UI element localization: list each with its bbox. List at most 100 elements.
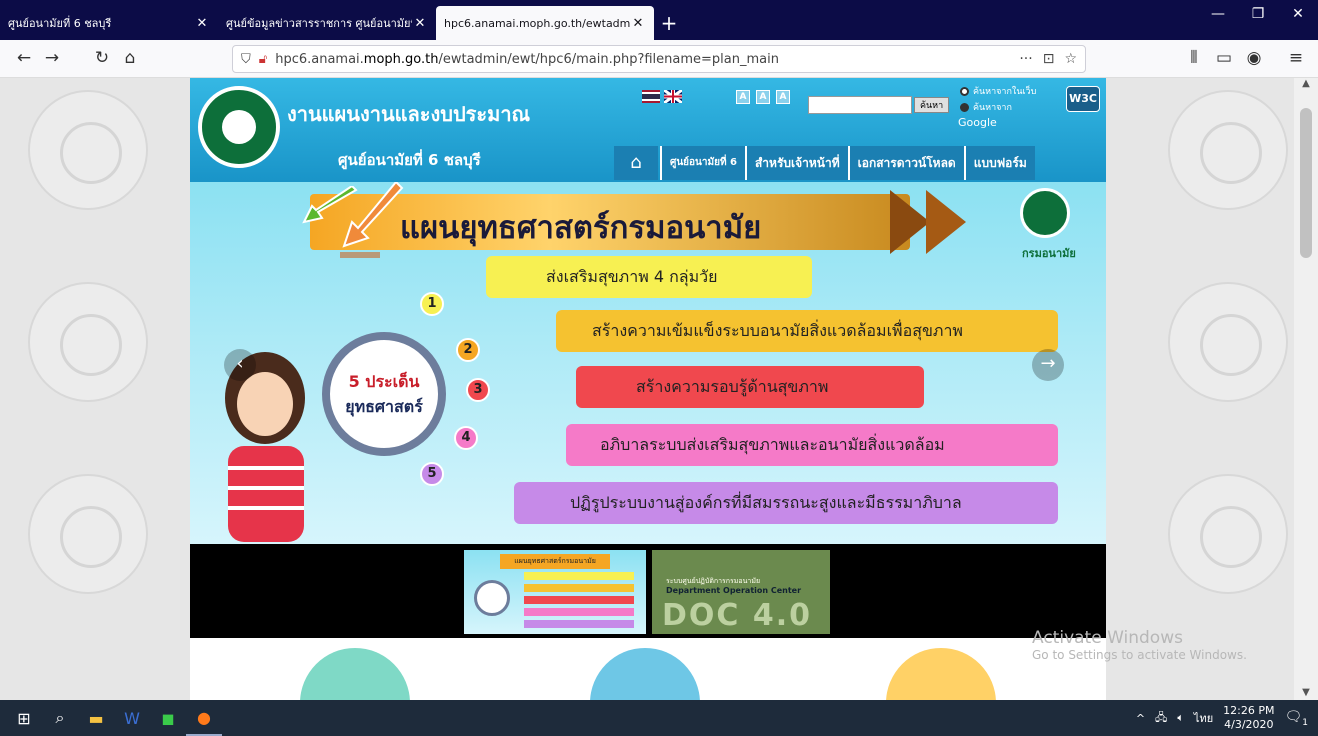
slider-prev-button[interactable]: ‹ (224, 349, 256, 381)
radio-dot[interactable] (960, 86, 969, 96)
line-app-icon[interactable]: ◼ (150, 700, 186, 736)
language-indicator[interactable]: ไทย (1194, 709, 1213, 727)
feature-circle[interactable] (300, 648, 410, 700)
shield-icon[interactable]: ⛉ (241, 52, 251, 67)
thumbnail-strategy[interactable]: แผนยุทธศาสตร์กรมอนามัย (464, 550, 646, 634)
feature-circle[interactable] (590, 648, 700, 700)
clock-date: 4/3/2020 (1224, 718, 1274, 731)
clock-time: 12:26 PM (1223, 704, 1275, 717)
reload-icon[interactable]: ↻ (90, 48, 114, 68)
insecure-lock-icon[interactable]: 🔓︎ (259, 52, 267, 67)
minimize-icon[interactable]: — (1198, 6, 1238, 22)
chevron-decoration (926, 190, 966, 254)
ministry-seal-watermark (28, 282, 148, 402)
strategy-item-4: อภิบาลระบบส่งเสริมสุขภาพและอนามัยสิ่งแวด… (566, 424, 1058, 466)
search-icon[interactable]: ⌕ (42, 700, 78, 736)
url-prefix: hpc6.anamai. (275, 51, 364, 67)
doc-line-2: Department Operation Center (666, 586, 802, 595)
strategy-number-2: 2 (456, 338, 480, 362)
menu-item-staff[interactable]: สำหรับเจ้าหน้าที่ (744, 146, 848, 180)
google-label: Google (958, 116, 997, 129)
url-domain: moph.go.th (363, 51, 439, 67)
chevron-up-icon[interactable]: ^ (1136, 712, 1145, 725)
windows-start-icon[interactable]: ⊞ (6, 700, 42, 736)
firefox-icon[interactable]: ● (186, 700, 222, 736)
restore-icon[interactable]: ❐ (1238, 6, 1278, 22)
feature-circle[interactable] (886, 648, 996, 700)
page-viewport: งานแผนงานและงบประมาณ ศูนย์อนามัยที่ 6 ชล… (0, 78, 1318, 700)
radio-search-web[interactable]: ค้นหาจากในเว็บ (960, 84, 1036, 98)
home-menu-icon[interactable]: ⌂ (614, 146, 658, 180)
notification-icon[interactable]: 🗨︎1 (1284, 709, 1308, 728)
menu-item-forms[interactable]: แบบฟอร์ม (963, 146, 1035, 180)
notification-count: 1 (1302, 717, 1308, 728)
scrollbar-thumb[interactable] (1300, 108, 1312, 258)
radio-label: ค้นหาจากในเว็บ (973, 87, 1037, 97)
site-title: งานแผนงานและงบประมาณ (287, 102, 531, 126)
network-icon[interactable]: 🖧︎ (1155, 709, 1167, 728)
home-icon[interactable]: ⌂ (118, 48, 142, 68)
strategy-item-3: สร้างความรอบรู้ด้านสุขภาพ (576, 366, 924, 408)
file-explorer-icon[interactable]: ▬ (78, 700, 114, 736)
search-button[interactable]: ค้นหา (914, 97, 950, 113)
close-icon[interactable]: ✕ (412, 16, 428, 31)
menu-item-center6[interactable]: ศูนย์อนามัยที่ 6 (660, 146, 745, 180)
menu-icon[interactable]: ≡ (1284, 48, 1308, 68)
back-icon[interactable]: ← (12, 48, 36, 68)
tab-3-active[interactable]: hpc6.anamai.moph.go.th/ewtadmi ✕ (436, 6, 654, 40)
font-size-controls: A A A (736, 90, 790, 104)
scroll-up-icon[interactable]: ▲ (1294, 78, 1318, 89)
tab-2[interactable]: ศูนย์ข้อมูลข่าวสารราชการ ศูนย์อนามัยที่ ✕ (218, 6, 436, 40)
thumbnail-title: แผนยุทธศาสตร์กรมอนามัย (500, 554, 610, 569)
radio-search-google[interactable]: ค้นหาจาก (960, 100, 1012, 114)
w3c-badge[interactable]: W3C (1066, 86, 1100, 112)
activate-line-2: Go to Settings to activate Windows. (1032, 648, 1247, 662)
strategy-number-3: 3 (466, 378, 490, 402)
strategy-text: สร้างความเข้มแข็งระบบอนามัยสิ่งแวดล้อมเพ… (592, 320, 963, 340)
page-actions-icon[interactable]: ··· (1019, 51, 1032, 67)
address-bar[interactable]: ⛉ 🔓︎ hpc6.anamai. moph.go.th/ewtadmin/ewt… (232, 45, 1086, 73)
strategy-item-1: ส่งเสริมสุขภาพ 4 กลุ่มวัย (486, 256, 812, 298)
word-icon[interactable]: W (114, 700, 150, 736)
thumbnail-doc[interactable]: ระบบศูนย์ปฏิบัติการกรมอนามัย Department … (652, 550, 830, 634)
pocket-icon[interactable]: ⊡ (1043, 51, 1055, 67)
close-icon[interactable]: ✕ (194, 16, 210, 31)
menu-item-downloads[interactable]: เอกสารดาวน์โหลด (847, 146, 964, 180)
slider-next-button[interactable]: → (1032, 349, 1064, 381)
system-tray: ^ 🖧︎ 🔈︎ ไทย 12:26 PM 4/3/2020 🗨︎1 (1136, 700, 1308, 736)
account-icon[interactable]: ◉ (1242, 48, 1266, 68)
new-tab-button[interactable]: + (654, 6, 684, 40)
tab-title: hpc6.anamai.moph.go.th/ewtadmi (444, 16, 630, 30)
font-size-medium-button[interactable]: A (756, 90, 770, 104)
ring-line-1: 5 ประเด็น (348, 372, 420, 391)
library-icon[interactable]: ⫴ (1182, 48, 1206, 68)
chevron-decoration (890, 190, 930, 254)
forward-icon[interactable]: → (40, 48, 64, 68)
scroll-down-icon[interactable]: ▼ (1294, 687, 1318, 698)
thai-flag-icon[interactable] (642, 90, 660, 103)
url-path: /ewtadmin/ewt/hpc6/main.php?filename=pla… (438, 51, 779, 67)
tab-1[interactable]: ศูนย์อนามัยที่ 6 ชลบุรี ✕ (0, 6, 218, 40)
activate-windows-watermark: Activate Windows Go to Settings to activ… (1032, 628, 1247, 662)
search-input[interactable] (808, 96, 912, 114)
close-window-icon[interactable]: ✕ (1278, 6, 1318, 22)
sidebar-icon[interactable]: ▭ (1212, 48, 1236, 68)
clock[interactable]: 12:26 PM 4/3/2020 (1223, 704, 1274, 732)
radio-dot[interactable] (960, 102, 969, 112)
font-size-small-button[interactable]: A (736, 90, 750, 104)
five-strategies-ring: 5 ประเด็น ยุทธศาสตร์ (322, 332, 446, 456)
font-size-large-button[interactable]: A (776, 90, 790, 104)
ministry-logo[interactable] (198, 86, 280, 168)
strategy-text: ปฏิรูประบบงานสู่องค์กรที่มีสมรรถนะสูงและ… (570, 492, 962, 512)
uk-flag-icon[interactable] (664, 90, 682, 103)
strategy-banner-slider[interactable]: แผนยุทธศาสตร์กรมอนามัย กรมอนามัย ส่งเสริ… (190, 182, 1106, 544)
vertical-scrollbar[interactable]: ▲ ▼ (1294, 78, 1318, 700)
browser-tab-bar: ศูนย์อนามัยที่ 6 ชลบุรี ✕ ศูนย์ข้อมูลข่าว… (0, 0, 1318, 40)
strategy-number-4: 4 (454, 426, 478, 450)
volume-icon[interactable]: 🔈︎ (1177, 711, 1184, 725)
close-icon[interactable]: ✕ (630, 16, 646, 31)
doc-big-text: DOC 4.0 (662, 598, 813, 633)
bookmark-star-icon[interactable]: ☆ (1064, 51, 1077, 67)
girl-illustration (225, 352, 305, 542)
navigation-bar: ← → ↻ ⌂ ⛉ 🔓︎ hpc6.anamai. moph.go.th/ewta… (0, 40, 1318, 78)
